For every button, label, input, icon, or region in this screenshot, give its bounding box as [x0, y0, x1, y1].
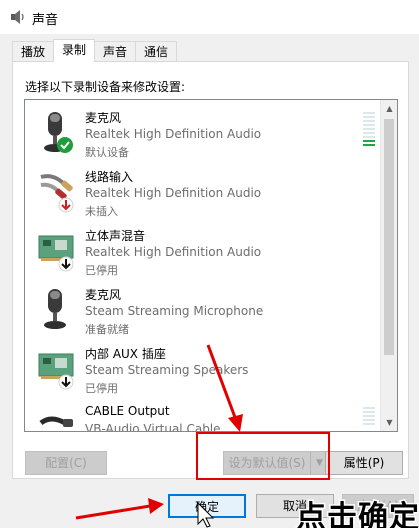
recording-tab-panel: 选择以下录制设备来修改设置: 麦克风 Realtek High Definiti…: [12, 61, 409, 479]
cable-icon: [39, 416, 73, 427]
device-item-cable-output[interactable]: CABLE Output VB-Audio Virtual Cable: [25, 395, 379, 432]
device-item-microphone-realtek[interactable]: 麦克风 Realtek High Definition Audio 默认设备: [25, 100, 379, 159]
device-item-line-in[interactable]: 线路输入 Realtek High Definition Audio 未插入: [25, 159, 379, 218]
device-driver: Realtek High Definition Audio: [85, 127, 262, 141]
scroll-thumb[interactable]: [384, 119, 394, 355]
device-name: 麦克风: [85, 288, 122, 302]
device-item-internal-aux[interactable]: 内部 AUX 插座 Steam Streaming Speakers 已停用: [25, 336, 379, 395]
device-name: 线路输入: [85, 170, 134, 184]
device-status: 准备就绪: [85, 323, 129, 336]
configure-button[interactable]: 配置(C): [25, 451, 107, 475]
highlight-box: [196, 432, 330, 480]
line-in-cable-icon: [40, 174, 74, 213]
device-status: 已停用: [85, 264, 118, 277]
tab-sounds[interactable]: 声音: [94, 41, 137, 62]
vertical-scrollbar[interactable]: ▲ ▼: [380, 100, 397, 431]
device-name: CABLE Output: [85, 404, 170, 418]
tab-communications[interactable]: 通信: [135, 41, 178, 62]
device-name: 内部 AUX 插座: [85, 347, 166, 361]
device-name: 立体声混音: [85, 229, 146, 243]
sound-dialog: 声音 播放 录制 声音 通信 选择以下录制设备来修改设置: 麦克风 Realte…: [0, 0, 419, 528]
red-down-arrow-badge: [58, 197, 74, 213]
sound-card-icon: [38, 353, 74, 390]
device-driver: Realtek High Definition Audio: [85, 186, 262, 200]
device-driver: Realtek High Definition Audio: [85, 245, 262, 259]
level-meter: [363, 112, 375, 148]
device-item-microphone-steam[interactable]: 麦克风 Steam Streaming Microphone 准备就绪: [25, 277, 379, 336]
sound-card-icon: [38, 235, 74, 272]
scroll-down-icon[interactable]: ▼: [381, 414, 397, 431]
instruction-text: 选择以下录制设备来修改设置:: [25, 80, 186, 94]
microphone-icon: [44, 112, 73, 153]
device-status: 默认设备: [85, 146, 129, 159]
recording-device-list[interactable]: 麦克风 Realtek High Definition Audio 默认设备 线…: [24, 99, 398, 432]
title-bar: 声音: [0, 0, 419, 34]
device-driver: VB-Audio Virtual Cable: [85, 422, 221, 432]
device-item-stereo-mix[interactable]: 立体声混音 Realtek High Definition Audio 已停用: [25, 218, 379, 277]
device-status: 未插入: [85, 205, 118, 218]
device-driver: Steam Streaming Microphone: [85, 304, 264, 318]
tab-bar: 播放 录制 声音 通信: [12, 39, 178, 62]
ok-button[interactable]: 确定: [168, 494, 246, 518]
tab-playback[interactable]: 播放: [12, 41, 55, 62]
black-down-arrow-badge: [58, 256, 74, 272]
window-title: 声音: [32, 13, 59, 28]
green-check-badge: [57, 137, 73, 153]
device-name: 麦克风: [85, 111, 122, 125]
device-driver: Steam Streaming Speakers: [85, 363, 249, 377]
tab-recording[interactable]: 录制: [53, 39, 96, 62]
properties-button[interactable]: 属性(P): [325, 451, 403, 475]
black-down-arrow-badge: [58, 374, 74, 390]
overlay-caption: 点击确定: [295, 499, 419, 528]
device-status: 已停用: [85, 382, 118, 395]
level-meter: [363, 407, 375, 427]
microphone-icon: [44, 289, 66, 329]
speaker-icon: [11, 10, 24, 24]
red-arrow-icon: [75, 498, 164, 520]
scroll-up-icon[interactable]: ▲: [381, 100, 397, 117]
